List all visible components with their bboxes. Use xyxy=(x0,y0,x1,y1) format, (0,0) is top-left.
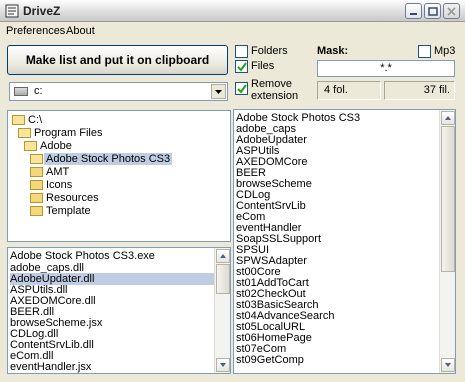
scroll-up-button[interactable] xyxy=(216,249,230,263)
menu-preferences[interactable]: Preferences xyxy=(6,25,65,37)
file-list[interactable]: Adobe Stock Photos CS3.exe adobe_caps.dl… xyxy=(7,247,231,374)
list-item[interactable]: eventHandler.jsx xyxy=(10,361,91,373)
menu-bar: Preferences About xyxy=(0,22,465,40)
list-item[interactable]: st09GetComp xyxy=(236,354,304,366)
minimize-button[interactable] xyxy=(405,3,422,19)
make-list-button[interactable]: Make list and put it on clipboard xyxy=(7,45,228,75)
tree-item[interactable]: Icons xyxy=(30,179,130,192)
file-count: 37 fil. xyxy=(384,81,455,100)
close-button[interactable] xyxy=(443,3,460,19)
drive-icon xyxy=(14,87,28,96)
file-list-scrollbar[interactable] xyxy=(214,248,230,373)
maximize-button[interactable] xyxy=(424,3,441,19)
files-label: Files xyxy=(251,60,275,72)
tree-item-selected[interactable]: Adobe Stock Photos CS3 xyxy=(30,153,230,166)
close-icon xyxy=(447,7,456,16)
folder-tree[interactable]: C:\ Program Files Adobe Adobe Stock Phot… xyxy=(7,110,231,242)
scroll-down-button[interactable] xyxy=(441,358,455,372)
mp3-checkbox[interactable] xyxy=(418,45,431,58)
scroll-thumb[interactable] xyxy=(441,126,455,272)
folders-label: Folders xyxy=(251,45,288,57)
open-folder-icon xyxy=(12,115,25,125)
files-checkbox[interactable] xyxy=(235,60,248,73)
scroll-up-button[interactable] xyxy=(441,111,455,125)
drive-value: c: xyxy=(34,85,43,97)
tree-item[interactable]: C:\ xyxy=(12,114,72,127)
tree-item[interactable]: Template xyxy=(30,205,130,218)
app-icon xyxy=(5,4,19,18)
tree-item[interactable]: Adobe xyxy=(24,140,124,153)
scroll-down-button[interactable] xyxy=(216,358,230,372)
minimize-icon xyxy=(410,13,417,15)
open-folder-icon xyxy=(30,154,43,164)
folder-icon xyxy=(30,167,43,177)
mask-input[interactable]: *.* xyxy=(317,60,455,77)
checkmark-icon xyxy=(237,62,247,72)
folder-icon xyxy=(30,180,43,190)
folder-icon xyxy=(30,193,43,203)
open-folder-icon xyxy=(24,141,37,151)
mp3-label: Mp3 xyxy=(434,45,456,57)
mask-label: Mask: xyxy=(317,45,349,57)
drive-select[interactable]: c: xyxy=(9,82,228,101)
folder-icon xyxy=(30,206,43,216)
maximize-icon xyxy=(428,7,438,16)
chevron-up-icon xyxy=(445,116,451,120)
checkmark-icon xyxy=(237,84,247,94)
list-item[interactable]: Adobe Stock Photos CS3.exe xyxy=(10,250,155,262)
menu-about[interactable]: About xyxy=(66,25,95,37)
remove-extension-label-1: Remove xyxy=(251,78,292,90)
tree-item[interactable]: Resources xyxy=(30,192,130,205)
title-bar: DriveZ xyxy=(0,0,465,22)
chevron-down-icon xyxy=(220,363,226,367)
result-list-scrollbar[interactable] xyxy=(439,110,455,373)
scroll-thumb[interactable] xyxy=(216,264,230,294)
window-title: DriveZ xyxy=(23,4,61,18)
tree-item[interactable]: Program Files xyxy=(18,127,148,140)
result-list[interactable]: Adobe Stock Photos CS3 adobe_caps AdobeU… xyxy=(233,109,456,374)
folders-checkbox[interactable] xyxy=(235,45,248,58)
chevron-up-icon xyxy=(220,254,226,258)
folder-count: 4 fol. xyxy=(317,81,381,100)
dropdown-button[interactable] xyxy=(211,84,226,99)
chevron-down-icon xyxy=(215,90,222,94)
open-folder-icon xyxy=(18,128,31,138)
remove-extension-checkbox[interactable] xyxy=(235,82,248,95)
tree-item[interactable]: AMT xyxy=(30,166,130,179)
chevron-down-icon xyxy=(445,363,451,367)
remove-extension-label-2: extension xyxy=(251,90,299,102)
